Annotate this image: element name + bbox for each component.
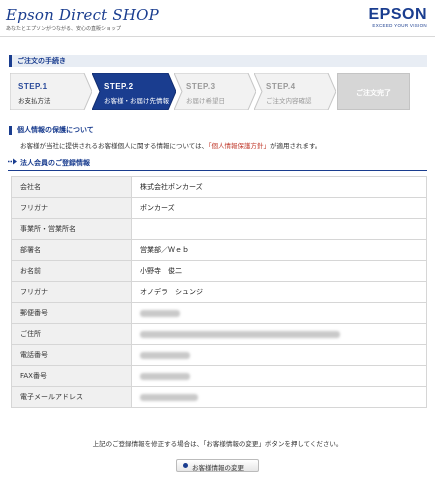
row-label: FAX番号: [11, 365, 132, 387]
row-label: お名前: [11, 260, 132, 282]
step-4-number: STEP.4: [266, 82, 296, 91]
table-row: 事業所・営業所名: [11, 218, 427, 240]
privacy-text: お客様が当社に提供されるお客様個人に関する情報については、「個人情報保護方針」が…: [20, 140, 321, 150]
change-customer-info-button[interactable]: お客様情報の変更: [176, 459, 259, 472]
row-label: 電話番号: [11, 344, 132, 366]
row-value: 営業部／Ｗｅｂ: [131, 239, 427, 261]
step-complete-label: ご注文完了: [356, 89, 391, 97]
table-row: 電子メールアドレス: [11, 386, 427, 408]
row-value: オノデラ シュンジ: [131, 281, 427, 303]
table-row: フリガナ ポンカーズ: [11, 197, 427, 219]
table-row: 部署名 営業部／Ｗｅｂ: [11, 239, 427, 261]
corporate-info-heading: 法人会員のご登録情報: [8, 158, 90, 168]
step-2: STEP.2 お客様・お届け先情報: [92, 73, 176, 110]
privacy-text-before: お客様が当社に提供されるお客様個人に関する情報については、: [20, 142, 209, 150]
redacted-value: [140, 309, 180, 317]
step-3-number: STEP.3: [186, 82, 216, 91]
step-1-number: STEP.1: [18, 82, 48, 91]
row-label: 電子メールアドレス: [11, 386, 132, 408]
redacted-value: [140, 372, 190, 380]
redacted-value: [140, 330, 340, 338]
epson-brand: EPSON: [368, 6, 427, 23]
section-title: ご注文の手続き: [17, 57, 66, 65]
step-1-label: お支払方法: [18, 97, 51, 105]
row-label: 郵便番号: [11, 302, 132, 324]
row-value-redacted: [131, 365, 427, 387]
section-heading: ご注文の手続き: [9, 55, 427, 67]
heading-divider: [8, 170, 427, 171]
epson-logo[interactable]: EPSON EXCEED YOUR VISION: [368, 6, 427, 29]
step-4-label: ご注文内容確認: [266, 97, 312, 105]
privacy-text-after: が適用されます。: [269, 142, 322, 150]
row-label: 事業所・営業所名: [11, 218, 132, 240]
checkout-steps: STEP.1 お支払方法 STEP.2 お客様・お届け先情報 STEP.3 お届…: [10, 73, 428, 111]
row-label: フリガナ: [11, 281, 132, 303]
row-label: 会社名: [11, 176, 132, 198]
table-row: 郵便番号: [11, 302, 427, 324]
redacted-value: [140, 393, 198, 401]
bullet-icon: [183, 463, 188, 468]
row-value: ポンカーズ: [131, 197, 427, 219]
step-complete: ご注文完了: [337, 73, 410, 110]
shop-tagline: あなたとエプソンがつながる、安心の直販ショップ: [6, 26, 122, 32]
shop-logo[interactable]: Epson Direct SHOP: [6, 6, 159, 24]
row-value-redacted: [131, 302, 427, 324]
table-row: 会社名 株式会社ポンカーズ: [11, 176, 427, 198]
corporate-info-title: 法人会員のご登録情報: [20, 159, 90, 167]
redacted-value: [140, 351, 190, 359]
step-4: STEP.4 ご注文内容確認: [254, 73, 336, 110]
row-label: 部署名: [11, 239, 132, 261]
step-3: STEP.3 お届け希望日: [174, 73, 256, 110]
epson-slogan: EXCEED YOUR VISION: [372, 23, 427, 28]
privacy-policy-link[interactable]: 「個人情報保護方針」: [208, 142, 270, 150]
row-value-redacted: [131, 323, 427, 345]
step-2-number: STEP.2: [104, 82, 134, 91]
row-label: ご住所: [11, 323, 132, 345]
site-header: Epson Direct SHOP あなたとエプソンがつながる、安心の直販ショッ…: [0, 0, 435, 37]
privacy-title: 個人情報の保護について: [9, 126, 94, 135]
table-row: フリガナ オノデラ シュンジ: [11, 281, 427, 303]
corporate-info-table: 会社名 株式会社ポンカーズ フリガナ ポンカーズ 事業所・営業所名 部署名 営業部／Ｗ…: [11, 176, 427, 408]
row-value-redacted: [131, 386, 427, 408]
table-row: 電話番号: [11, 344, 427, 366]
step-2-label: お客様・お届け先情報: [104, 97, 169, 105]
table-row: FAX番号: [11, 365, 427, 387]
table-row: ご住所: [11, 323, 427, 345]
row-label: フリガナ: [11, 197, 132, 219]
table-row: お名前 小野寺 俊二: [11, 260, 427, 282]
arrow-right-icon: [8, 158, 17, 167]
edit-instructions: 上記のご登録情報を修正する場合は、「お客様情報の変更」ボタンを押してください。: [92, 440, 343, 448]
row-value: [131, 218, 427, 240]
row-value-redacted: [131, 344, 427, 366]
step-3-label: お届け希望日: [186, 97, 225, 105]
change-customer-info-label: お客様情報の変更: [192, 464, 244, 472]
row-value: 小野寺 俊二: [131, 260, 427, 282]
row-value: 株式会社ポンカーズ: [131, 176, 427, 198]
step-1: STEP.1 お支払方法: [10, 73, 92, 110]
